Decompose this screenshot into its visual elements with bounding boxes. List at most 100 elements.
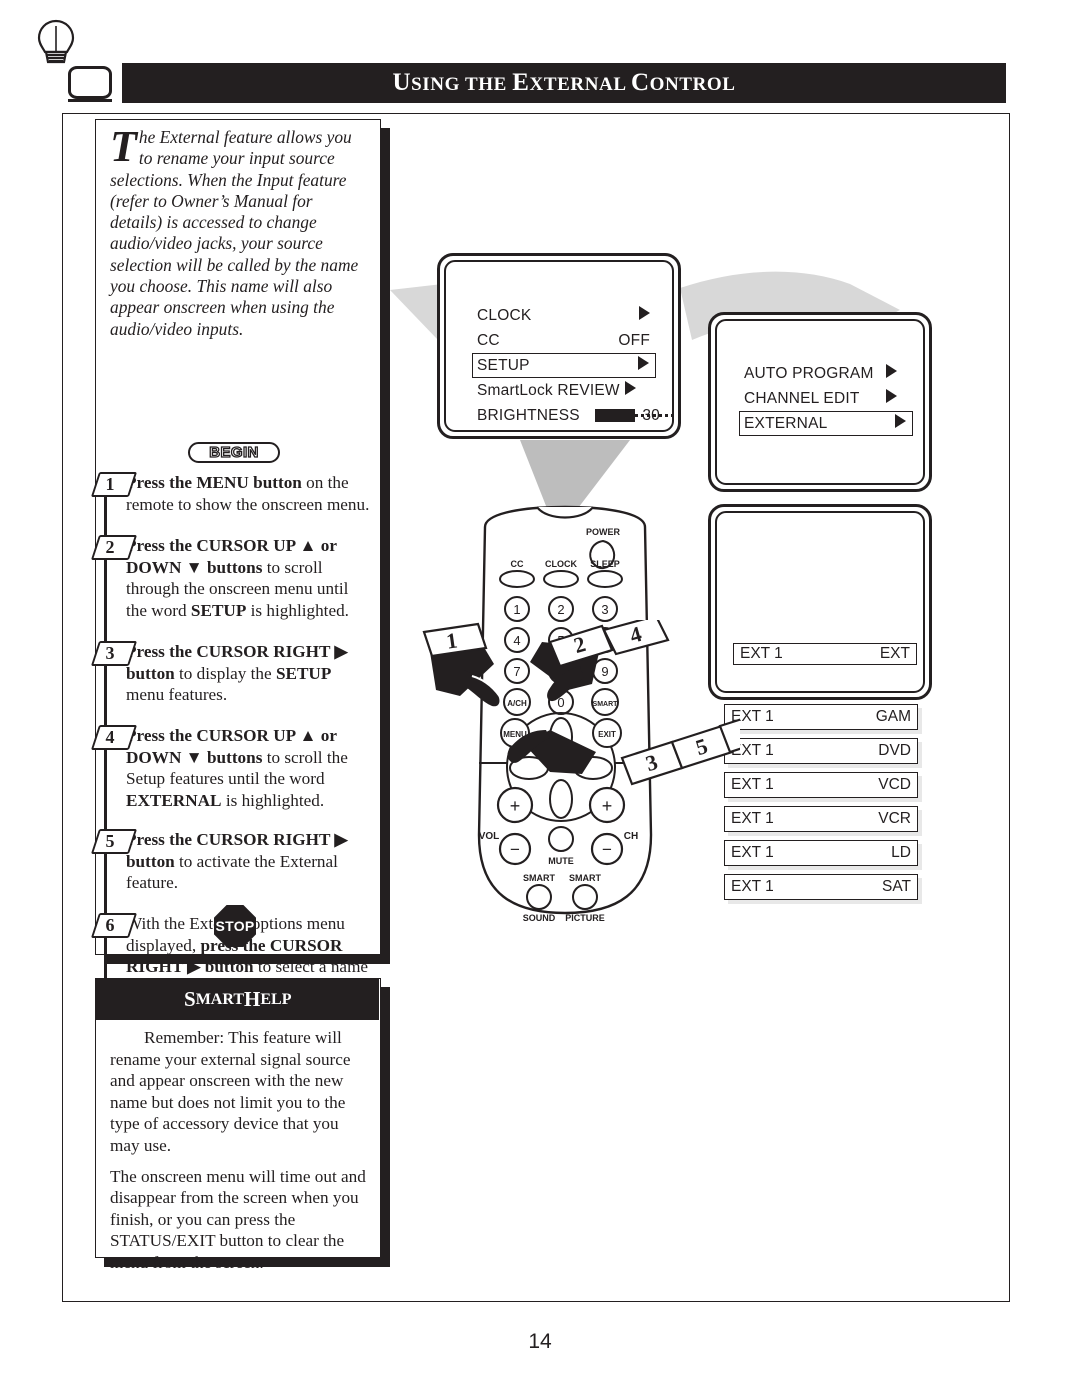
step-3-text: Press the CURSOR RIGHT ▶ button to displ…	[126, 642, 348, 705]
osd-row-clock[interactable]: CLOCK	[472, 303, 656, 328]
remote-key-1: 1	[513, 602, 520, 617]
page-title-p2: E	[512, 69, 530, 96]
external-banner[interactable]: EXT 1 EXT	[733, 643, 917, 665]
osd-row-brightness[interactable]: BRIGHTNESS 30	[472, 403, 674, 428]
step-1-number: 1	[90, 472, 138, 497]
chevron-right-icon	[638, 356, 649, 375]
option-row-vcd[interactable]: EXT 1 VCD	[724, 772, 918, 798]
remote-power-label: POWER	[586, 527, 621, 537]
osd-row-cc[interactable]: CC OFF	[472, 328, 656, 353]
option-row-ld-right: LD	[891, 844, 911, 861]
osd-row-clock-label: CLOCK	[477, 306, 532, 324]
page-header-bar: USING THE EXTERNAL CONTROL	[122, 63, 1006, 103]
osd-row-channel-edit[interactable]: CHANNEL EDIT	[739, 386, 913, 411]
option-row-vcd-right: VCD	[878, 776, 911, 793]
remote-vol-minus: −	[510, 840, 520, 859]
callout-tab-3: 3	[620, 740, 684, 786]
intro-dropcap: T	[110, 122, 137, 171]
option-row-sat-right: SAT	[882, 878, 911, 895]
osd-row-auto-program[interactable]: AUTO PROGRAM	[739, 361, 913, 386]
callout-hands: 1 2 4 3 5 6	[422, 620, 740, 786]
chevron-right-icon	[895, 414, 906, 433]
osd-row-external[interactable]: EXTERNAL	[739, 411, 913, 436]
osd-row-setup[interactable]: SETUP	[472, 353, 656, 378]
step-1: 1 Press the MENU button on the remote to…	[90, 472, 370, 515]
page-title-p3: XTERNAL	[529, 74, 631, 95]
external-banner-right: EXT	[879, 645, 910, 662]
osd-row-external-label: EXTERNAL	[744, 414, 828, 432]
step-5-number: 5	[90, 829, 138, 854]
osd-row-brightness-value: 30	[642, 406, 660, 424]
option-row-gam[interactable]: EXT 1 GAM	[724, 704, 918, 730]
remote-sleep-label: SLEEP	[590, 559, 620, 569]
intro-paragraph: The External feature allows you to renam…	[110, 122, 368, 340]
osd-main-menu: CLOCK CC OFF SETUP SmartLock REVIEW BRIG…	[472, 303, 674, 428]
osd-row-channel-edit-label: CHANNEL EDIT	[744, 389, 860, 407]
osd-row-brightness-label: BRIGHTNESS	[477, 406, 580, 424]
smart-help-body: Remember: This feature will rename your …	[110, 1027, 366, 1283]
remote-smart-sound-bottom: SOUND	[523, 913, 556, 923]
step-2: 2 Press the CURSOR UP ▲ or DOWN ▼ button…	[90, 535, 370, 621]
osd-row-setup-label: SETUP	[477, 356, 530, 374]
intro-text: he External feature allows you to rename…	[110, 127, 359, 339]
remote-clock-label: CLOCK	[545, 559, 577, 569]
remote-vol-label: VOL	[479, 831, 500, 842]
tv-icon-base	[68, 99, 112, 102]
remote-smart-sound-top: SMART	[523, 873, 555, 883]
page-title: USING THE EXTERNAL CONTROL	[122, 63, 1006, 103]
option-row-dvd[interactable]: EXT 1 DVD	[724, 738, 918, 764]
page-title-p5: ONTROL	[649, 74, 736, 95]
begin-badge: BEGIN	[188, 442, 280, 463]
remote-ch-minus: −	[602, 840, 612, 859]
option-row-ld[interactable]: EXT 1 LD	[724, 840, 918, 866]
remote-key-3: 3	[601, 602, 608, 617]
remote-smart-picture-bottom: PICTURE	[565, 913, 605, 923]
chevron-right-icon	[886, 364, 897, 383]
tv-screen-external-inner: EXT 1 EXT	[715, 511, 925, 693]
page-number: 14	[528, 1330, 552, 1353]
remote-key-2: 2	[557, 602, 564, 617]
tv-screen-external: EXT 1 EXT	[708, 504, 932, 700]
option-row-sat-left: EXT 1	[731, 878, 774, 895]
smart-help-title-p1: MART	[195, 990, 245, 1008]
smart-help-paragraph-1: Remember: This feature will rename your …	[110, 1028, 351, 1155]
chevron-right-icon	[639, 306, 650, 325]
stop-badge-label: STOP	[214, 905, 256, 947]
remote-cc-label: CC	[511, 559, 524, 569]
step-3-number: 3	[90, 641, 138, 666]
tv-screen-setup-inner: AUTO PROGRAM CHANNEL EDIT EXTERNAL	[715, 319, 925, 485]
osd-setup-menu: AUTO PROGRAM CHANNEL EDIT EXTERNAL	[739, 361, 913, 436]
instruction-box: The External feature allows you to renam…	[90, 119, 381, 1038]
step-5: 5 Press the CURSOR RIGHT ▶ button to act…	[90, 829, 370, 894]
brightness-bar-fill	[595, 409, 635, 422]
smart-help-title-p3: ELP	[260, 990, 292, 1008]
lightbulb-icon	[26, 8, 75, 64]
remote-ch-label: CH	[624, 831, 638, 842]
chevron-right-icon	[886, 389, 897, 408]
step-2-number: 2	[90, 535, 138, 560]
step-3: 3 Press the CURSOR RIGHT ▶ button to dis…	[90, 641, 370, 706]
smart-help-box: S MART H ELP Remember: This feature will r…	[95, 978, 381, 1272]
osd-row-smartlock-label: SmartLock REVIEW	[477, 381, 620, 399]
callout-tab-2: 2	[548, 624, 614, 668]
step-4-number: 4	[90, 725, 138, 750]
step-4-text: Press the CURSOR UP ▲ or DOWN ▼ buttons …	[126, 726, 348, 810]
tv-screen-main-menu: CLOCK CC OFF SETUP SmartLock REVIEW BRIG…	[437, 253, 681, 439]
external-banner-left: EXT 1	[740, 645, 783, 662]
osd-row-cc-value: OFF	[618, 331, 650, 349]
chevron-right-icon	[625, 381, 636, 400]
tv-screen-setup-menu: AUTO PROGRAM CHANNEL EDIT EXTERNAL	[708, 312, 932, 492]
smart-help-title: S MART H ELP	[96, 979, 379, 1020]
option-row-gam-right: GAM	[875, 708, 911, 725]
callout-tab-4: 4	[602, 620, 670, 656]
page-title-p4: C	[630, 69, 650, 96]
page-title-p0: U	[392, 69, 412, 96]
option-row-sat[interactable]: EXT 1 SAT	[724, 874, 918, 900]
smart-help-paragraph-2: The onscreen menu will time out and disa…	[110, 1166, 366, 1272]
brightness-slider[interactable]	[595, 409, 681, 422]
option-row-vcr[interactable]: EXT 1 VCR	[724, 806, 918, 832]
option-row-ld-left: EXT 1	[731, 844, 774, 861]
osd-row-smartlock-review[interactable]: SmartLock REVIEW	[472, 378, 656, 403]
page-title-p1: SING THE	[411, 74, 513, 95]
remote-mute-label: MUTE	[548, 856, 574, 866]
